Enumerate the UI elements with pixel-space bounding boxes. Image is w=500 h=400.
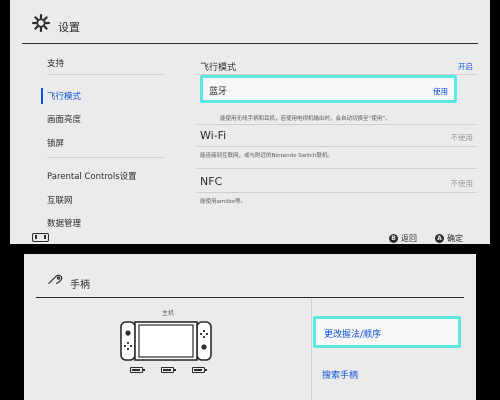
sidebar-item-brightness[interactable]: 画面亮度 [47, 113, 81, 125]
change-grip-order-label: 更改握法/顺序 [324, 330, 382, 340]
sidebar-active-indicator [41, 88, 43, 104]
wifi-row[interactable]: Wi-Fi 不使用 能连接到互联网，或与附近的Nintendo Switch联机… [197, 124, 477, 159]
wifi-label: Wi-Fi [200, 129, 227, 142]
nfc-value: 不使用 [450, 179, 474, 188]
battery-icon [161, 367, 176, 373]
sidebar-item-airplane-mode[interactable]: 飞行模式 [47, 90, 81, 102]
airplane-mode-label: 飞行模式 [200, 63, 237, 73]
screen: 设置 支持 飞行模式 画面亮度 锁屏 Parental Controls设置 互… [0, 0, 500, 400]
ok-label: 确定 [447, 234, 463, 243]
battery-icon [192, 367, 207, 373]
wifi-value: 不使用 [450, 133, 474, 142]
nfc-description: 能使用amiibo等。 [200, 199, 247, 205]
sidebar-divider [47, 157, 165, 158]
joycon-icon [48, 274, 63, 284]
bluetooth-row[interactable]: 蓝牙 使用 [200, 75, 457, 103]
sidebar-item-parental-controls[interactable]: Parental Controls设置 [47, 170, 137, 182]
panel-divider [311, 298, 312, 400]
controllers-header: 手柄 [24, 254, 476, 298]
console-label: 主机 [162, 310, 175, 317]
ok-button[interactable]: A 确定 [435, 233, 463, 244]
settings-screen: 设置 支持 飞行模式 画面亮度 锁屏 Parental Controls设置 互… [10, 0, 490, 244]
settings-sidebar: 支持 飞行模式 画面亮度 锁屏 Parental Controls设置 互联网 … [10, 44, 180, 230]
sidebar-item-support[interactable]: 支持 [47, 57, 64, 69]
settings-footer: B 返回 A 确定 [10, 230, 490, 244]
controllers-screen: 手柄 主机 更改握法/顺序 搜索手柄 [24, 254, 476, 400]
battery-icon [130, 367, 145, 373]
switch-console-icon [120, 321, 212, 361]
b-button-icon: B [389, 234, 398, 243]
search-controllers-button[interactable]: 搜索手柄 [322, 368, 358, 381]
gear-icon [32, 14, 50, 32]
nfc-label: NFC [200, 175, 223, 188]
change-grip-order-button[interactable]: 更改握法/顺序 [313, 316, 461, 348]
page-title: 设置 [58, 21, 80, 34]
back-label: 返回 [401, 234, 417, 243]
a-button-icon: A [435, 234, 444, 243]
airplane-mode-value: 开启 [458, 62, 473, 71]
settings-header: 设置 [10, 0, 490, 44]
nfc-row[interactable]: NFC 不使用 能使用amiibo等。 [197, 170, 477, 205]
page-title: 手柄 [70, 280, 90, 291]
row-divider [197, 146, 477, 147]
bluetooth-value: 使用 [433, 87, 448, 96]
wifi-description: 能连接到互联网，或与附近的Nintendo Switch联机。 [200, 153, 333, 159]
airplane-mode-row[interactable]: 飞行模式 开启 [197, 54, 477, 75]
sidebar-item-internet[interactable]: 互联网 [47, 194, 73, 206]
bluetooth-label: 蓝牙 [209, 87, 228, 97]
sidebar-item-lock-screen[interactable]: 锁屏 [47, 137, 64, 149]
back-button[interactable]: B 返回 [389, 233, 417, 244]
header-divider [36, 297, 464, 298]
settings-content: 飞行模式 开启 能使用无线手柄和耳机，若使用电视机输出时，会自动切换至“使用”。… [180, 44, 490, 230]
bluetooth-description: 能使用无线手柄和耳机，若使用电视机输出时，会自动切换至“使用”。 [220, 116, 391, 122]
row-divider [197, 192, 477, 193]
console-icon [32, 233, 49, 242]
row-divider [197, 168, 477, 169]
sidebar-divider [47, 74, 165, 75]
sidebar-item-data-management[interactable]: 数据管理 [47, 217, 81, 229]
